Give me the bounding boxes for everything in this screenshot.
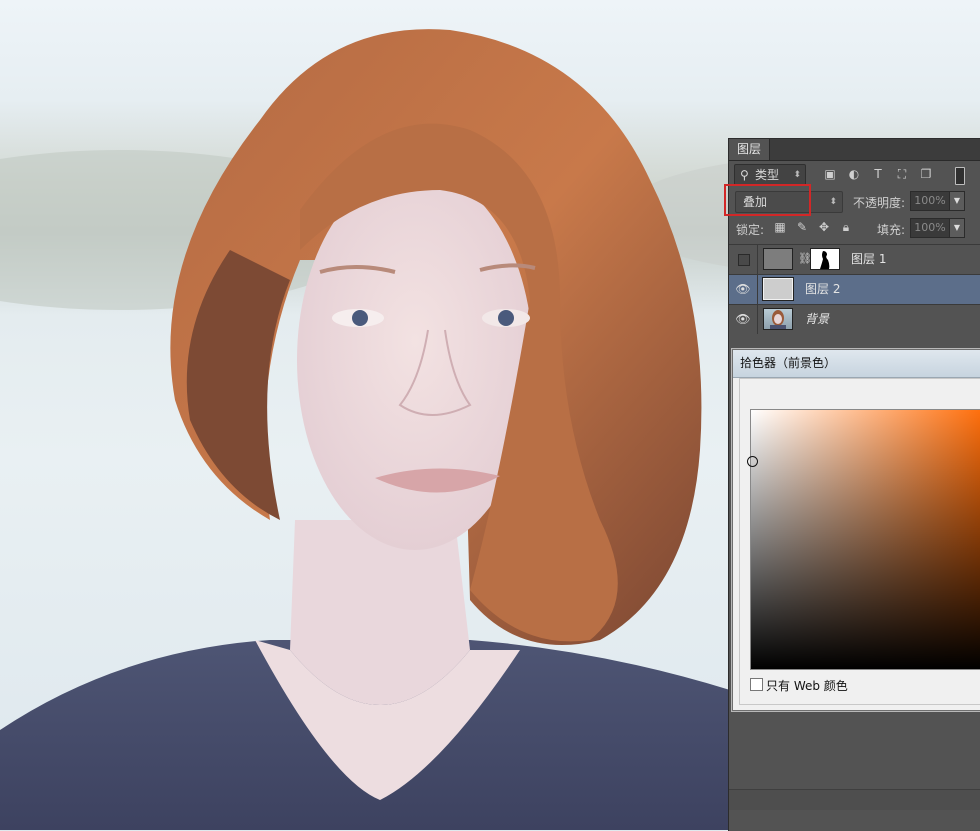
layer-list: ⛓ 图层 1 👁︎ 图层 2 👁︎ 背景 (729, 244, 980, 334)
web-colors-only-option[interactable]: 只有 Web 颜色 (750, 677, 848, 694)
saturation-brightness-field[interactable] (750, 409, 980, 670)
layer-row-background[interactable]: 👁︎ 背景 (729, 304, 980, 334)
layer-row-layer-2[interactable]: 👁︎ 图层 2 (729, 274, 980, 304)
shape-filter-icon[interactable]: ⛶ (894, 167, 910, 182)
adjustment-filter-icon[interactable]: ◐ (846, 167, 862, 181)
layer-name[interactable]: 图层 1 (851, 245, 886, 274)
image-filter-icon[interactable]: ▣ (822, 167, 838, 181)
lock-all-icon[interactable]: 🔒︎ (839, 220, 853, 235)
lock-position-icon[interactable]: ✥ (817, 220, 831, 234)
fill-input[interactable]: 100% (910, 218, 950, 238)
visibility-toggle[interactable]: 👁︎ (729, 275, 758, 304)
eye-icon: 👁︎ (735, 312, 751, 326)
highlight-annotation-box (724, 184, 811, 216)
eye-icon: 👁︎ (735, 282, 751, 296)
lock-transparent-pixels-icon[interactable]: ▦ (773, 220, 787, 234)
opacity-label: 不透明度: (853, 196, 906, 210)
search-icon: ⚲ (740, 168, 749, 182)
tab-layers[interactable]: 图层 (729, 139, 771, 160)
filter-icons: ▣ ◐ T ⛶ ❐ (822, 167, 942, 182)
layer-thumbnail (762, 277, 794, 301)
color-picker-marker[interactable] (747, 456, 758, 467)
fill-label: 填充: (877, 223, 906, 237)
type-filter-icon[interactable]: T (870, 167, 886, 181)
opacity-input[interactable]: 100% (910, 191, 950, 211)
panel-footer (729, 789, 980, 810)
filter-kind-select[interactable]: ⚲ 类型 ⬍ (734, 164, 806, 186)
color-picker-dialog: 拾色器（前景色） 只有 Web 颜色 (732, 349, 980, 711)
lock-image-pixels-icon[interactable]: ✎ (795, 220, 809, 234)
panel-tab-bar: 图层 (729, 139, 980, 161)
layer-thumbnail (763, 248, 793, 270)
dialog-title: 拾色器（前景色） (733, 350, 980, 378)
visibility-off-box (738, 254, 750, 266)
visibility-toggle[interactable] (729, 245, 758, 274)
layer-mask-thumbnail[interactable] (810, 248, 840, 270)
filter-toggle-switch[interactable] (955, 167, 965, 185)
fill-dropdown-button[interactable]: ▼ (949, 218, 965, 238)
checkbox-icon[interactable] (750, 678, 763, 691)
layer-name[interactable]: 背景 (805, 305, 829, 334)
visibility-toggle[interactable]: 👁︎ (729, 305, 758, 334)
layer-thumbnail (763, 308, 793, 330)
layer-row-layer-1[interactable]: ⛓ 图层 1 (729, 244, 980, 274)
layer-name[interactable]: 图层 2 (805, 275, 840, 304)
filter-kind-label: 类型 (755, 168, 780, 182)
opacity-dropdown-button[interactable]: ▼ (949, 191, 965, 211)
stepper-arrows-icon: ⬍ (793, 170, 801, 180)
web-colors-only-label: 只有 Web 颜色 (766, 679, 848, 693)
lock-label: 锁定: (736, 223, 765, 237)
lock-row: 锁定: ▦ ✎ ✥ 🔒︎ 填充: 100% ▼ (729, 216, 980, 242)
lock-icons: ▦ ✎ ✥ 🔒︎ (773, 220, 861, 235)
smart-object-filter-icon[interactable]: ❐ (918, 167, 934, 181)
dialog-body: 只有 Web 颜色 (739, 378, 980, 705)
stepper-arrows-icon: ⬍ (829, 197, 837, 207)
